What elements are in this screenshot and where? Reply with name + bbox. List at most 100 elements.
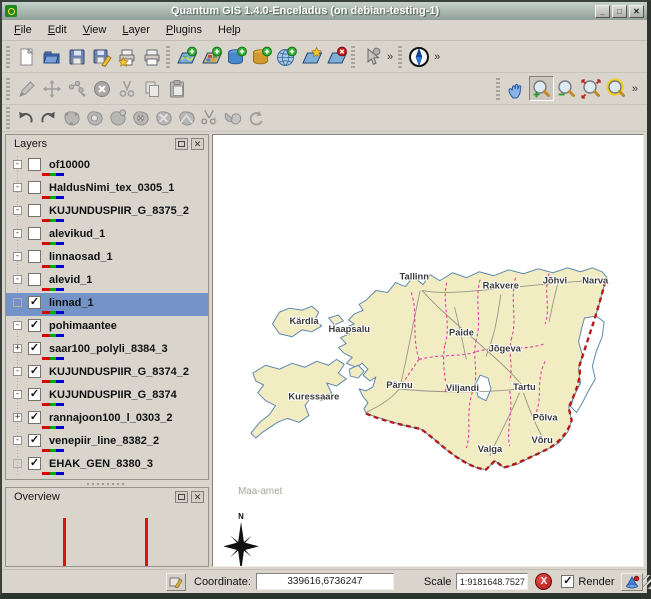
coordinate-input[interactable] xyxy=(255,573,394,590)
resize-grip[interactable] xyxy=(643,574,651,589)
layers-close-button[interactable]: ✕ xyxy=(191,137,204,150)
layer-row[interactable]: - alevid_1 xyxy=(6,270,208,293)
titlebar[interactable]: Quantum GIS 1.4.0-Enceladus (on debian-t… xyxy=(2,2,647,20)
rotate-point-symbols-button[interactable] xyxy=(244,107,267,130)
layer-row[interactable]: - linnaosad_1 xyxy=(6,247,208,270)
toolbar-overflow-chevron[interactable]: » xyxy=(387,51,393,63)
layer-visibility-checkbox[interactable]: ✓ xyxy=(28,388,41,401)
move-feature-button[interactable] xyxy=(39,76,64,101)
copy-features-button[interactable] xyxy=(139,76,164,101)
menu-edit[interactable]: Edit xyxy=(40,21,75,39)
layer-row[interactable]: - ✓ KUJUNDUSPIIR_G_8374_2 xyxy=(6,362,208,385)
layer-visibility-checkbox[interactable]: ✓ xyxy=(28,365,41,378)
layer-name[interactable]: EHAK_GEN_8380_3 xyxy=(46,458,156,470)
zoom-to-selection-button[interactable] xyxy=(604,76,629,101)
undo-button[interactable] xyxy=(14,107,37,130)
layer-name[interactable]: pohimaantee xyxy=(46,320,120,332)
overview-float-button[interactable] xyxy=(175,490,188,503)
redo-button[interactable] xyxy=(37,107,60,130)
layer-visibility-checkbox[interactable]: ✓ xyxy=(28,434,41,447)
layer-visibility-checkbox[interactable]: ✓ xyxy=(28,296,41,309)
layer-expander[interactable]: - xyxy=(13,206,22,215)
layer-visibility-checkbox[interactable]: ✓ xyxy=(28,457,41,470)
layer-visibility-checkbox[interactable] xyxy=(28,181,41,194)
maximize-button[interactable]: □ xyxy=(612,4,627,18)
layer-expander[interactable]: - xyxy=(13,275,22,284)
layer-visibility-checkbox[interactable] xyxy=(28,250,41,263)
toggle-extents-button[interactable] xyxy=(166,572,186,591)
layer-row[interactable]: - KUJUNDUSPIIR_G_8375_2 xyxy=(6,201,208,224)
add-part-button[interactable] xyxy=(106,107,129,130)
close-button[interactable]: ✕ xyxy=(629,4,644,18)
layer-row[interactable]: + ✓ saar100_polyli_8384_3 xyxy=(6,339,208,362)
layers-float-button[interactable] xyxy=(175,137,188,150)
layer-name[interactable]: alevikud_1 xyxy=(46,228,108,240)
layer-name[interactable]: of10000 xyxy=(46,159,93,171)
layer-name[interactable]: linnaosad_1 xyxy=(46,251,116,263)
layer-row[interactable]: - ✓ KUJUNDUSPIIR_G_8374 xyxy=(6,385,208,408)
map-canvas[interactable]: Tallinn Rakvere Jõhvi Narva Kärdla Haapsalu Pa… xyxy=(212,134,644,567)
layer-expander[interactable] xyxy=(13,459,22,468)
layer-expander[interactable]: - xyxy=(13,321,22,330)
remove-layer-button[interactable] xyxy=(324,44,349,69)
layer-name[interactable]: alevid_1 xyxy=(46,274,95,286)
layer-row[interactable]: - ✓ pohimaantee xyxy=(6,316,208,339)
menu-file[interactable]: File xyxy=(6,21,40,39)
layer-name[interactable]: venepiir_line_8382_2 xyxy=(46,435,162,447)
new-print-composer-button[interactable] xyxy=(114,44,139,69)
add-raster-layer-button[interactable] xyxy=(199,44,224,69)
layer-expander[interactable]: - xyxy=(13,183,22,192)
zoom-in-button[interactable] xyxy=(528,76,554,101)
layer-expander[interactable]: - xyxy=(13,160,22,169)
zoom-out-button[interactable] xyxy=(554,76,579,101)
delete-part-button[interactable] xyxy=(152,107,175,130)
layer-visibility-checkbox[interactable]: ✓ xyxy=(28,319,41,332)
simplify-feature-button[interactable] xyxy=(60,107,83,130)
toolbar-overflow-chevron[interactable]: » xyxy=(434,51,440,63)
overview-map[interactable] xyxy=(6,505,208,566)
new-project-button[interactable] xyxy=(14,44,39,69)
stop-rendering-button[interactable]: X xyxy=(535,573,553,590)
print-button[interactable] xyxy=(139,44,164,69)
menu-layer[interactable]: Layer xyxy=(114,21,158,39)
layer-visibility-checkbox[interactable] xyxy=(28,227,41,240)
layer-visibility-checkbox[interactable] xyxy=(28,273,41,286)
paste-features-button[interactable] xyxy=(164,76,189,101)
render-checkbox[interactable]: ✓ xyxy=(561,575,575,588)
toolbar-grip-handle[interactable] xyxy=(6,77,10,100)
layer-visibility-checkbox[interactable] xyxy=(28,158,41,171)
zoom-full-button[interactable] xyxy=(579,76,604,101)
layer-row[interactable]: - ✓ venepiir_line_8382_2 xyxy=(6,431,208,454)
toolbar-grip-handle[interactable] xyxy=(351,45,355,68)
layer-row[interactable]: - HaldusNimi_tex_0305_1 xyxy=(6,178,208,201)
toolbar-grip-handle[interactable] xyxy=(398,45,403,68)
layer-expander[interactable]: - xyxy=(13,252,22,261)
layer-row[interactable]: - alevikud_1 xyxy=(6,224,208,247)
toolbar-grip-handle[interactable] xyxy=(6,45,10,68)
layer-row[interactable]: + ✓ rannajoon100_l_0303_2 xyxy=(6,408,208,431)
layer-expander[interactable]: - xyxy=(13,390,22,399)
add-postgis-layer-button[interactable] xyxy=(224,44,249,69)
north-arrow-button[interactable] xyxy=(406,44,431,69)
pan-map-button[interactable] xyxy=(504,76,529,101)
layer-expander[interactable]: - xyxy=(13,367,22,376)
new-vector-layer-button[interactable] xyxy=(299,44,324,69)
crs-status-button[interactable] xyxy=(621,572,644,591)
node-tool-button[interactable] xyxy=(64,76,89,101)
add-spatialite-layer-button[interactable] xyxy=(249,44,274,69)
layer-name[interactable]: saar100_polyli_8384_3 xyxy=(46,343,171,355)
toolbar-grip-handle[interactable] xyxy=(495,77,500,100)
layer-row[interactable]: ✓ EHAK_GEN_8380_3 xyxy=(6,454,208,477)
cut-features-button[interactable] xyxy=(114,76,139,101)
delete-ring-button[interactable] xyxy=(129,107,152,130)
toolbar-grip-handle[interactable] xyxy=(166,45,170,68)
menu-view[interactable]: View xyxy=(75,21,115,39)
layer-name[interactable]: KUJUNDUSPIIR_G_8374 xyxy=(46,389,180,401)
scale-input[interactable] xyxy=(456,573,529,590)
save-project-as-button[interactable] xyxy=(89,44,114,69)
add-ring-button[interactable] xyxy=(83,107,106,130)
layer-visibility-checkbox[interactable]: ✓ xyxy=(28,411,41,424)
minimize-button[interactable]: _ xyxy=(595,4,610,18)
open-project-button[interactable] xyxy=(39,44,64,69)
reshape-features-button[interactable] xyxy=(175,107,198,130)
